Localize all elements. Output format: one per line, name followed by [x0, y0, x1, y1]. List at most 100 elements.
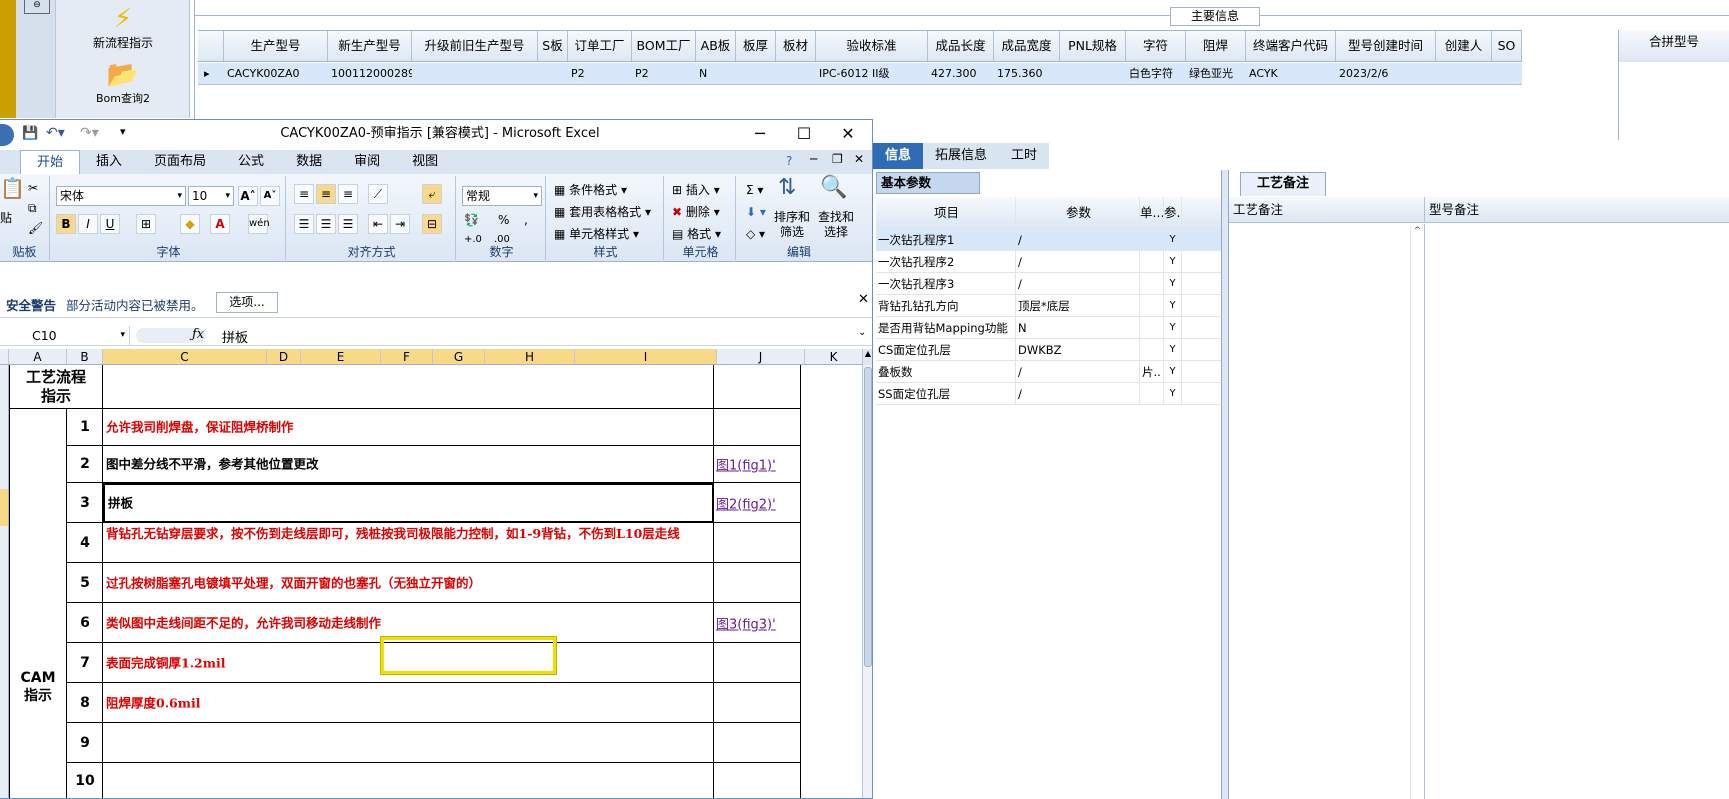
phonetic-icon[interactable]: wén — [248, 214, 270, 234]
grid-col-header[interactable]: 验收标准 — [816, 31, 928, 61]
grid-cell[interactable]: 175.360 — [994, 63, 1060, 84]
minimize-icon[interactable]: ─ — [738, 120, 782, 148]
column-header[interactable]: K — [805, 349, 863, 364]
ribbon-tab[interactable]: 审阅 — [338, 150, 396, 174]
grid-col-header[interactable]: AB板 — [696, 31, 736, 61]
ribbon-tab[interactable]: 数据 — [280, 150, 338, 174]
binoculars-icon[interactable]: 🔍 — [820, 177, 847, 199]
column-header[interactable]: H — [485, 349, 575, 364]
row-number-cell[interactable]: 6 — [67, 603, 103, 643]
sort-filter-icon[interactable]: ⇅ — [778, 177, 796, 199]
options-button[interactable]: 选项... — [216, 292, 278, 313]
worksheet[interactable]: 工艺流程 指示 CAM 指示 1 允许我司削焊盘，保证阻焊桥制作 2 图中差分线不平滑… — [0, 365, 862, 798]
grid-col-header[interactable]: 成品宽度 — [994, 31, 1060, 61]
tab-work-hours[interactable]: 工时 — [999, 143, 1049, 169]
grid-col-header[interactable]: S板 — [538, 31, 568, 61]
grid-cell[interactable]: ACYK — [1246, 63, 1336, 84]
grow-font-icon[interactable]: A˄ — [238, 186, 258, 206]
align-bottom-icon[interactable]: ≡ — [338, 184, 358, 204]
flow-header-content[interactable] — [103, 365, 714, 409]
column-header[interactable]: I — [575, 349, 717, 364]
font-name-select[interactable]: 宋体 ▾ — [56, 186, 186, 206]
row-number-cell[interactable]: 9 — [67, 723, 103, 763]
cam-cell[interactable]: CAM 指示 — [9, 409, 67, 798]
grid-col-header[interactable]: 终端客户代码 — [1246, 31, 1336, 61]
grid-col-header[interactable]: 板厚 — [736, 31, 776, 61]
grid-col-header[interactable]: BOM工厂 — [632, 31, 696, 61]
grid-cell[interactable]: CACYK00ZA0 — [224, 63, 328, 84]
grid-cell[interactable] — [1492, 63, 1522, 84]
column-header[interactable]: J — [717, 349, 805, 364]
vertical-scrollbar[interactable]: ▲ — [862, 349, 872, 798]
tab-info[interactable]: 信息 — [873, 143, 924, 169]
grid-col-header[interactable]: 订单工厂 — [568, 31, 632, 61]
autosum-icon[interactable]: Σ ▾ — [746, 182, 763, 198]
bold-button[interactable]: B — [56, 214, 76, 234]
figure-link[interactable]: 图2(fig2)' — [716, 493, 776, 512]
param-row[interactable]: 是否用背钻Mapping功能 N Y — [876, 317, 1221, 339]
table-format-button[interactable]: ▦ 套用表格格式 ▾ — [554, 204, 651, 220]
ribbon-tab[interactable]: 插入 — [80, 150, 138, 174]
flow-header-cell[interactable]: 工艺流程 指示 — [9, 365, 103, 409]
wrap-text-icon[interactable]: ⤶ — [422, 184, 442, 204]
scroll-thumb[interactable] — [864, 367, 872, 667]
save-icon[interactable]: 💾 — [22, 126, 38, 141]
process-notes-tab[interactable]: 工艺备注 — [1240, 172, 1326, 196]
grid-cell[interactable]: 白色字符 — [1126, 63, 1186, 84]
office-button[interactable] — [0, 124, 14, 146]
underline-button[interactable]: U — [100, 214, 120, 234]
grid-col-header[interactable]: PNL规格 — [1060, 31, 1126, 61]
bom-query-button[interactable]: 📂 Bom查询2 — [60, 60, 186, 106]
grid-cell[interactable] — [538, 63, 568, 84]
grid-row[interactable]: ▸CACYK00ZA010011200028943P2P2NIPC-6012 I… — [198, 63, 1522, 85]
align-center-icon[interactable]: ☰ — [316, 214, 336, 234]
splitter[interactable] — [1221, 170, 1229, 799]
column-header[interactable]: C — [103, 349, 267, 364]
column-header[interactable]: G — [433, 349, 485, 364]
help-icon[interactable]: ? — [786, 154, 792, 168]
column-header[interactable]: F — [381, 349, 433, 364]
row-number-cell[interactable]: 1 — [67, 409, 103, 446]
ribbon-tab[interactable]: 公式 — [222, 150, 280, 174]
delete-button[interactable]: ✖ 删除 ▾ — [672, 204, 720, 220]
format-painter-icon[interactable]: 🖌 — [28, 220, 43, 236]
instruction-cell[interactable]: 背钻孔无钻穿层要求，按不伤到走线层即可，残桩按我司极限能力控制，如1-9背钻，不… — [103, 523, 714, 563]
decrease-indent-icon[interactable]: ⇤ — [368, 214, 388, 234]
format-button[interactable]: ▤ 格式 ▾ — [672, 226, 721, 242]
grid-cell[interactable]: 2023/2/6 — [1336, 63, 1436, 84]
grid-col-header[interactable]: 创建人 — [1436, 31, 1492, 61]
figure-link-cell[interactable] — [714, 763, 801, 798]
currency-icon[interactable]: 💱 — [464, 212, 479, 228]
grid-cell[interactable] — [412, 63, 538, 84]
figure-link[interactable]: 图1(fig1)' — [716, 455, 776, 474]
scroll-up-icon[interactable]: ▲ — [863, 349, 872, 365]
align-middle-icon[interactable]: ≡ — [316, 184, 336, 204]
paste-icon[interactable]: 📋 — [0, 178, 25, 198]
instruction-cell[interactable]: 图中差分线不平滑，参考其他位置更改 — [103, 446, 714, 483]
font-size-select[interactable]: 10 ▾ — [188, 186, 234, 206]
process-notes-box[interactable] — [1229, 224, 1425, 799]
ribbon-tab[interactable]: 页面布局 — [138, 150, 222, 174]
percent-icon[interactable]: % — [498, 212, 509, 228]
param-row[interactable]: CS面定位孔层 DWKBZ Y — [876, 339, 1221, 361]
formula-input[interactable]: 拼板 — [222, 327, 248, 346]
undo-icon[interactable]: ↶▾ — [46, 125, 65, 141]
figure-link[interactable]: 图3(fig3)' — [716, 613, 776, 632]
row-number-cell[interactable]: 7 — [67, 643, 103, 683]
instruction-cell[interactable]: 阻焊厚度0.6mil — [103, 683, 714, 723]
function-icon[interactable]: ƒx — [192, 327, 204, 342]
param-row[interactable]: 一次钻孔程序3/ Y — [876, 273, 1221, 295]
grid-cell[interactable]: P2 — [568, 63, 632, 84]
align-right-icon[interactable]: ☰ — [338, 214, 358, 234]
grid-corner[interactable] — [198, 31, 224, 61]
grid-col-header[interactable]: 阻焊 — [1186, 31, 1246, 61]
row-number-cell[interactable]: 10 — [67, 763, 103, 798]
basic-params-tab[interactable]: 基本参数 — [876, 172, 980, 194]
maximize-icon[interactable]: ☐ — [782, 120, 826, 148]
redo-icon[interactable]: ↷▾ — [80, 125, 99, 141]
grid-cell[interactable]: N — [696, 63, 736, 84]
ribbon-tab[interactable]: 视图 — [396, 150, 454, 174]
grid-cell[interactable]: P2 — [632, 63, 696, 84]
grid-cell[interactable]: 绿色亚光 — [1186, 63, 1246, 84]
orientation-icon[interactable]: ⟋ — [368, 184, 388, 204]
